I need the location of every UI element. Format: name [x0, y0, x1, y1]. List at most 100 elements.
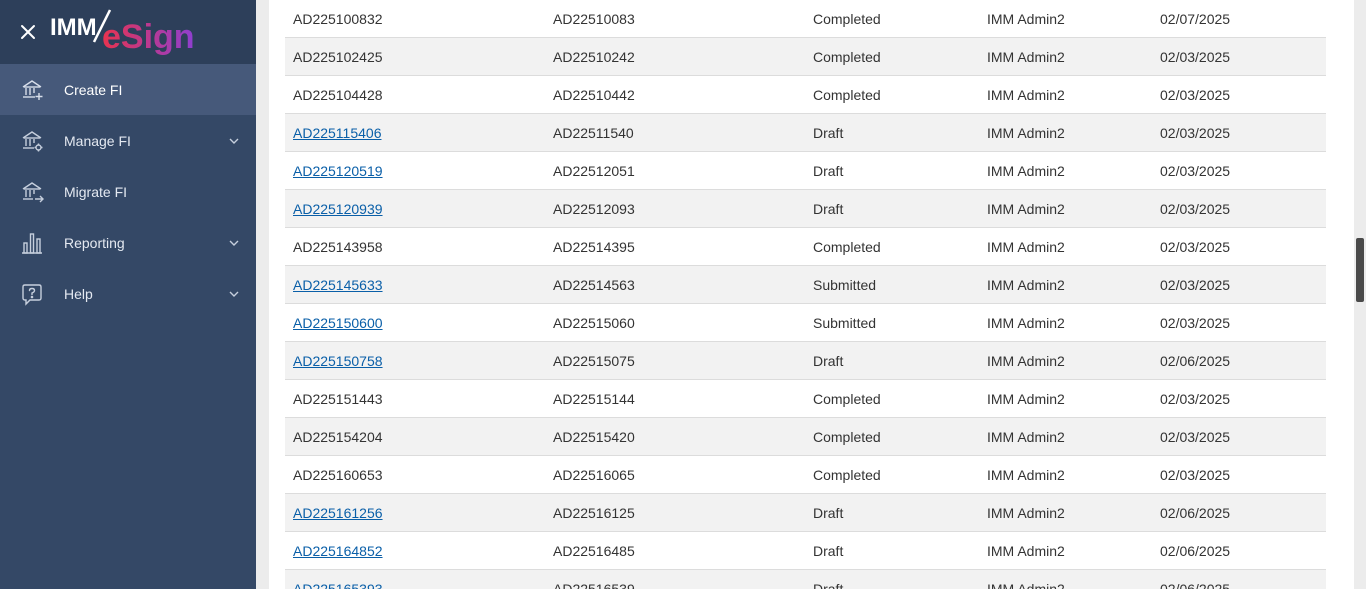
- fi-id-cell: AD225115406: [285, 113, 545, 152]
- fi-id-cell: AD225161256: [285, 493, 545, 532]
- sidebar-item-label: Reporting: [64, 234, 125, 251]
- status-cell: Completed: [805, 0, 979, 38]
- ref-cell: AD22515420: [545, 417, 805, 456]
- main-content: AD225100832 AD22510083 Completed IMM Admin2…: [256, 0, 1366, 589]
- ref-cell: AD22516485: [545, 531, 805, 570]
- fi-id-cell: AD225165393: [285, 569, 545, 589]
- status-cell: Draft: [805, 189, 979, 228]
- sidebar-nav: Create FI Manage FI Migrate FI Reporting…: [0, 64, 256, 319]
- ref-cell: AD22515075: [545, 341, 805, 380]
- fi-table: AD225100832 AD22510083 Completed IMM Admin2…: [285, 0, 1326, 589]
- ref-cell: AD22515060: [545, 303, 805, 342]
- status-cell: Submitted: [805, 265, 979, 304]
- fi-id-cell: AD225145633: [285, 265, 545, 304]
- table-row: AD225104428 AD22510442 Completed IMM Admin2…: [285, 75, 1326, 114]
- date-cell: 02/06/2025: [1152, 341, 1326, 380]
- status-cell: Draft: [805, 493, 979, 532]
- status-cell: Completed: [805, 227, 979, 266]
- chevron-down-icon: [229, 138, 239, 144]
- vertical-scrollbar[interactable]: [1354, 0, 1366, 589]
- sidebar-item-reporting[interactable]: Reporting: [0, 217, 256, 268]
- user-cell: IMM Admin2: [979, 37, 1152, 76]
- user-cell: IMM Admin2: [979, 265, 1152, 304]
- status-cell: Completed: [805, 75, 979, 114]
- app-window: IMM eSign Create FI Manage FI Migrate FI…: [0, 0, 1366, 589]
- table-row: AD225161256 AD22516125 Draft IMM Admin2 02/0…: [285, 493, 1326, 532]
- fi-table-card: AD225100832 AD22510083 Completed IMM Admin2…: [269, 0, 1354, 589]
- user-cell: IMM Admin2: [979, 189, 1152, 228]
- sidebar-item-help[interactable]: Help: [0, 268, 256, 319]
- date-cell: 02/06/2025: [1152, 493, 1326, 532]
- date-cell: 02/03/2025: [1152, 455, 1326, 494]
- status-cell: Draft: [805, 531, 979, 570]
- fi-id-link[interactable]: AD225120519: [293, 163, 383, 179]
- ref-cell: AD22516125: [545, 493, 805, 532]
- sidebar: IMM eSign Create FI Manage FI Migrate FI…: [0, 0, 256, 589]
- logo-secondary: eSign: [102, 18, 195, 56]
- table-row: AD225115406 AD22511540 Draft IMM Admin2 02/0…: [285, 113, 1326, 152]
- user-cell: IMM Admin2: [979, 455, 1152, 494]
- date-cell: 02/03/2025: [1152, 227, 1326, 266]
- fi-id-link[interactable]: AD225165393: [293, 581, 383, 589]
- user-cell: IMM Admin2: [979, 417, 1152, 456]
- fi-id-link[interactable]: AD225164852: [293, 543, 383, 559]
- fi-id-text: AD225151443: [293, 390, 383, 407]
- sidebar-item-create-fi[interactable]: Create FI: [0, 64, 256, 115]
- status-cell: Draft: [805, 569, 979, 589]
- date-cell: 02/03/2025: [1152, 417, 1326, 456]
- fi-id-cell: AD225102425: [285, 37, 545, 76]
- fi-id-link[interactable]: AD225145633: [293, 277, 383, 293]
- sidebar-item-label: Create FI: [64, 81, 123, 98]
- status-cell: Submitted: [805, 303, 979, 342]
- fi-id-cell: AD225120939: [285, 189, 545, 228]
- table-row: AD225150758 AD22515075 Draft IMM Admin2 02/0…: [285, 341, 1326, 380]
- fi-id-text: AD225100832: [293, 10, 383, 27]
- status-cell: Completed: [805, 455, 979, 494]
- fi-id-cell: AD225154204: [285, 417, 545, 456]
- imm-esign-logo: IMM eSign: [50, 9, 195, 56]
- fi-id-link[interactable]: AD225120939: [293, 201, 383, 217]
- user-cell: IMM Admin2: [979, 75, 1152, 114]
- ref-cell: AD22511540: [545, 113, 805, 152]
- ref-cell: AD22515144: [545, 379, 805, 418]
- table-row: AD225100832 AD22510083 Completed IMM Admin2…: [285, 0, 1326, 38]
- user-cell: IMM Admin2: [979, 341, 1152, 380]
- user-cell: IMM Admin2: [979, 493, 1152, 532]
- bank-gear-icon: [22, 130, 43, 151]
- ref-cell: AD22510242: [545, 37, 805, 76]
- fi-id-text: AD225143958: [293, 238, 383, 255]
- status-cell: Completed: [805, 417, 979, 456]
- scrollbar-thumb[interactable]: [1356, 238, 1364, 302]
- ref-cell: AD22510442: [545, 75, 805, 114]
- fi-id-text: AD225154204: [293, 428, 383, 445]
- table-row: AD225143958 AD22514395 Completed IMM Admin2…: [285, 227, 1326, 266]
- sidebar-item-manage-fi[interactable]: Manage FI: [0, 115, 256, 166]
- fi-id-link[interactable]: AD225115406: [293, 125, 381, 141]
- date-cell: 02/03/2025: [1152, 303, 1326, 342]
- status-cell: Draft: [805, 151, 979, 190]
- sidebar-item-label: Help: [64, 285, 93, 302]
- fi-id-link[interactable]: AD225150600: [293, 315, 383, 331]
- date-cell: 02/03/2025: [1152, 113, 1326, 152]
- fi-id-link[interactable]: AD225150758: [293, 353, 383, 369]
- date-cell: 02/03/2025: [1152, 189, 1326, 228]
- fi-id-text: AD225104428: [293, 86, 383, 103]
- status-cell: Completed: [805, 379, 979, 418]
- table-row: AD225150600 AD22515060 Submitted IMM Admin2…: [285, 303, 1326, 342]
- help-bubble-icon: [22, 283, 42, 306]
- fi-id-cell: AD225120519: [285, 151, 545, 190]
- brand-header: IMM eSign: [0, 0, 256, 64]
- status-cell: Completed: [805, 37, 979, 76]
- bank-plus-icon: [22, 79, 43, 100]
- sidebar-item-label: Migrate FI: [64, 183, 128, 200]
- user-cell: IMM Admin2: [979, 227, 1152, 266]
- fi-id-link[interactable]: AD225161256: [293, 505, 383, 521]
- date-cell: 02/03/2025: [1152, 265, 1326, 304]
- date-cell: 02/06/2025: [1152, 531, 1326, 570]
- ref-cell: AD22512051: [545, 151, 805, 190]
- user-cell: IMM Admin2: [979, 151, 1152, 190]
- sidebar-item-migrate-fi[interactable]: Migrate FI: [0, 166, 256, 217]
- ref-cell: AD22514563: [545, 265, 805, 304]
- table-row: AD225102425 AD22510242 Completed IMM Admin2…: [285, 37, 1326, 76]
- close-icon[interactable]: [16, 20, 40, 44]
